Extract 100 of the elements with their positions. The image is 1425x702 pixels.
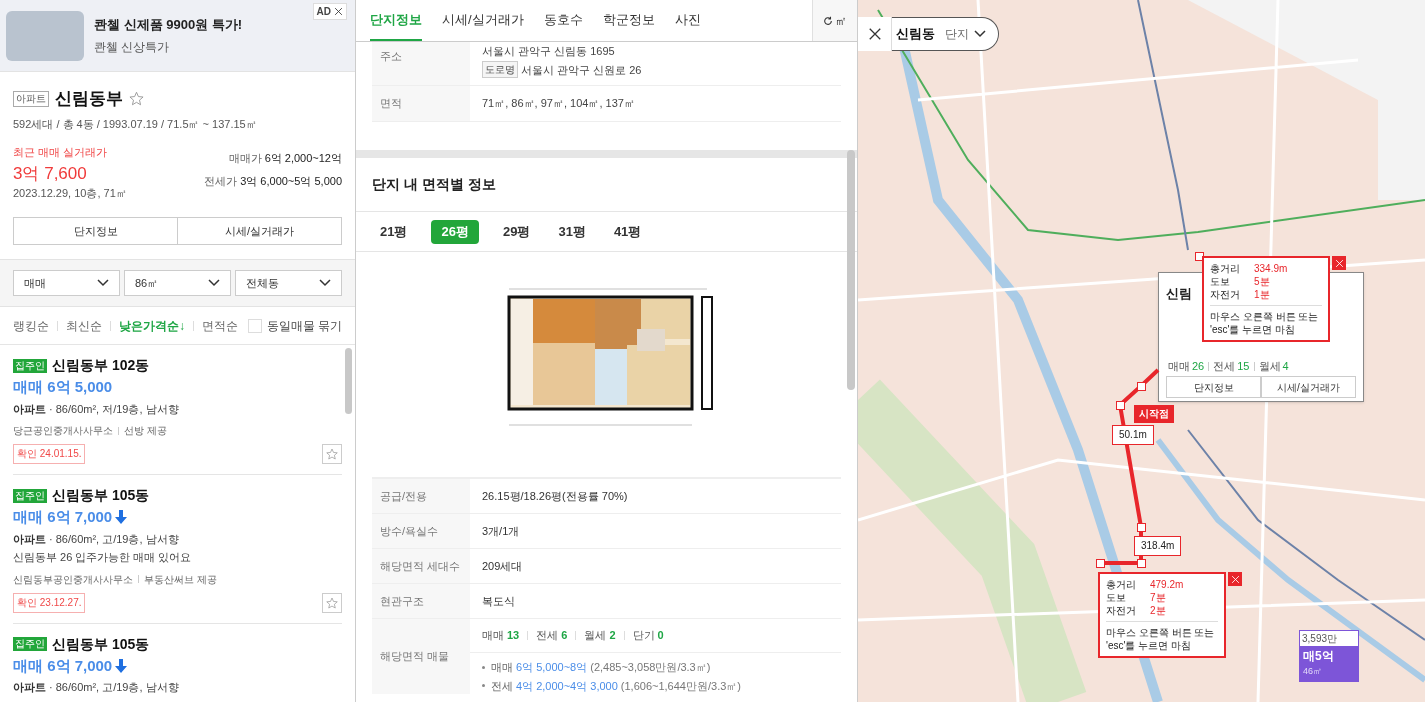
scrollbar-thumb[interactable]: [345, 348, 352, 414]
hint-text: 마우스 오른쪽 버튼 또는 'esc'를 누르면 마침: [1210, 310, 1320, 336]
row-label: 주소: [380, 49, 402, 64]
count-label: 전세: [536, 628, 559, 644]
row-label: 면적: [380, 96, 402, 112]
bullet-icon: [482, 684, 485, 688]
area-tab[interactable]: 41평: [609, 219, 646, 244]
recent-detail: 2023.12.29, 10층, 71㎡: [13, 185, 127, 201]
close-icon[interactable]: [867, 27, 882, 41]
agency-name: 당근공인중개사사무소: [13, 424, 113, 438]
count-value: 15: [1237, 359, 1250, 374]
refresh-icon: [823, 15, 833, 26]
segment-distance: 50.1m: [1112, 425, 1154, 445]
marker-area: 46㎡: [1299, 665, 1359, 679]
region-name: 신림동: [896, 25, 935, 44]
filter-dropdown[interactable]: 매매: [13, 270, 120, 296]
ad-banner[interactable]: 콴첼 신제품 9900원 특가! 콴첼 신상특가 AD: [0, 0, 355, 72]
marker-price: 매5억: [1302, 648, 1335, 665]
row-label: 해당면적 매물: [380, 649, 450, 665]
unit-toggle-button[interactable]: ㎡: [812, 0, 857, 41]
checkbox[interactable]: [247, 318, 262, 333]
count-value: 4: [1282, 359, 1289, 374]
sort-option[interactable]: 최신순: [66, 316, 102, 335]
area-tab[interactable]: 31평: [554, 219, 590, 244]
listing-price: 매매 6억 5,000: [13, 377, 113, 397]
distance-label: 도보: [1210, 275, 1231, 288]
listing-price: 매매 6억 7,000: [13, 655, 113, 676]
scrollbar-thumb[interactable]: [847, 150, 855, 390]
price-range: 6억 2,000~12억: [264, 151, 342, 166]
distance-label: 총거리: [1210, 262, 1241, 275]
detail-tab[interactable]: 시세/실거래가: [442, 0, 524, 41]
detail-tab[interactable]: 학군정보: [602, 0, 655, 41]
route-node[interactable]: [1137, 523, 1146, 532]
sort-option[interactable]: 랭킹순: [13, 316, 49, 335]
mode-dropdown[interactable]: 단지: [945, 25, 986, 43]
listing-title[interactable]: 신림동부 105동: [52, 485, 150, 506]
owner-badge: 집주인: [13, 637, 47, 651]
count-value: 13: [507, 628, 520, 644]
price-range: 3억 6,000~5억 5,000: [240, 173, 342, 189]
price-per-area: (1,606~1,644만원/3.3㎡): [620, 677, 741, 694]
listing-title[interactable]: 신림동부 105동: [52, 633, 150, 655]
price-range: 6억 5,000~8억: [516, 660, 588, 675]
checkbox-label: 동일매물 묶기: [266, 317, 342, 335]
count-label: 매매: [1168, 359, 1190, 374]
filter-dropdown[interactable]: 전체동: [235, 270, 342, 296]
hint-text: 마우스 오른쪽 버튼 또는 'esc'를 누르면 마침: [1106, 626, 1216, 652]
data-provider: 선방 제공: [124, 424, 167, 438]
listing-description: 신림동부 26 입주가능한 매매 있어요: [13, 550, 193, 565]
row-label: 현관구조: [380, 593, 424, 609]
distance-label: 자전거: [1106, 604, 1137, 617]
recent-price: 3억 7,600: [13, 162, 88, 185]
start-label: 시작점: [1134, 405, 1174, 423]
listing-title[interactable]: 신림동부 102동: [52, 355, 150, 376]
price-marker[interactable]: 3,593만 매5억 46㎡: [1299, 630, 1359, 682]
bullet-icon: [482, 665, 485, 669]
price-label: 매매가: [228, 151, 262, 166]
area-tab[interactable]: 21평: [376, 219, 412, 244]
route-node[interactable]: [1137, 382, 1146, 391]
section-title: 단지 내 면적별 정보: [372, 175, 496, 194]
count-value: 2: [609, 628, 616, 644]
route-node[interactable]: [1137, 559, 1146, 568]
agency-name: 신림동부공인중개사사무소: [13, 572, 133, 587]
card-button[interactable]: 단지정보: [1166, 376, 1261, 398]
property-type: 아파트: [13, 401, 46, 417]
ad-headline: 콴첼 신제품 9900원 특가!: [94, 16, 243, 35]
recent-label: 최근 매매 실거래가: [13, 145, 109, 160]
count-label: 월세: [584, 628, 607, 644]
unit-price: 3,593만: [1300, 631, 1358, 646]
sort-option[interactable]: 면적순: [202, 316, 238, 335]
detail-tab[interactable]: 사진: [674, 0, 701, 41]
distance-value: 479.2m: [1150, 578, 1184, 591]
chevron-down-icon: [319, 279, 331, 287]
filter-dropdown[interactable]: 86㎡: [124, 270, 231, 296]
listing-spec: · 86/60m², 저/19층, 남서향: [49, 401, 179, 417]
row-label: 해당면적 세대수: [380, 558, 461, 574]
card-button[interactable]: 시세/실거래가: [1261, 376, 1356, 398]
price-per-area: (2,485~3,058만원/3.3㎡): [590, 659, 711, 676]
segment-distance: 318.4m: [1134, 536, 1182, 556]
complex-tab-button[interactable]: 단지정보: [13, 217, 178, 245]
row-value: 209세대: [481, 558, 524, 574]
detail-tab[interactable]: 동호수: [543, 0, 583, 41]
price-label: 전세가: [204, 173, 238, 189]
route-node[interactable]: [1116, 401, 1125, 410]
close-icon[interactable]: [334, 7, 343, 16]
chevron-down-icon: [208, 279, 220, 287]
complex-tab-button[interactable]: 시세/실거래가: [177, 217, 342, 245]
bullet-label: 전세: [491, 678, 513, 694]
type-tag: 아파트: [13, 90, 49, 107]
owner-badge: 집주인: [13, 488, 47, 503]
ad-label: AD: [316, 5, 331, 19]
property-type: 아파트: [13, 680, 46, 695]
star-icon[interactable]: [129, 91, 144, 107]
route-node[interactable]: [1096, 559, 1105, 568]
count-value: 6: [561, 628, 568, 644]
area-tab[interactable]: 29평: [498, 219, 535, 244]
bullet-label: 매매: [491, 660, 513, 675]
count-label: 월세: [1258, 359, 1281, 374]
ad-subline: 콴첼 신상특가: [94, 38, 171, 56]
distance-value: 5분: [1254, 275, 1270, 288]
data-provider: 부동산써브 제공: [144, 572, 217, 587]
